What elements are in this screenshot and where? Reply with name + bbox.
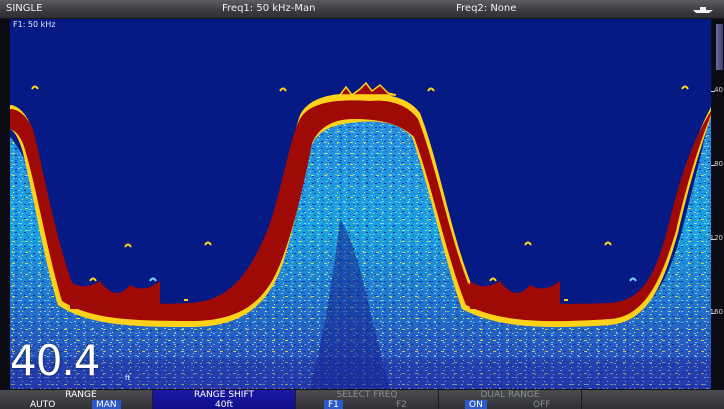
scale-label: 120 — [709, 234, 723, 242]
left-border — [0, 19, 10, 389]
scale-label: 40 — [714, 86, 723, 94]
select-freq-softkey[interactable]: SELECT FREQ F1 F2 — [296, 390, 439, 409]
dual-range-on-option: ON — [465, 400, 487, 409]
range-shift-title: RANGE SHIFT — [194, 390, 254, 400]
range-man-option: MAN — [92, 400, 121, 409]
depth-scale: 40 80 120 160 — [709, 19, 724, 389]
softkey-bar: RANGE AUTO MAN RANGE SHIFT 40ft SELECT F… — [0, 389, 724, 409]
select-freq-title: SELECT FREQ — [336, 390, 398, 400]
sonar-image — [10, 81, 711, 389]
fishfinder-screen: SINGLE Freq1: 50 kHz-Man Freq2: None F1:… — [0, 0, 724, 409]
display-mode: SINGLE — [6, 3, 43, 14]
range-shift-softkey[interactable]: RANGE SHIFT 40ft — [153, 390, 296, 409]
freq2-status: Freq2: None — [456, 3, 517, 14]
range-softkey[interactable]: RANGE AUTO MAN — [10, 390, 153, 409]
range-auto-option: AUTO — [30, 400, 56, 409]
freq1-status: Freq1: 50 kHz-Man — [222, 3, 316, 14]
range-shift-value: 40ft — [215, 400, 233, 409]
sonar-history-view[interactable]: F1: 50 kHz 40.4 ft — [10, 19, 711, 389]
dual-range-off-option: OFF — [533, 400, 551, 409]
select-freq-f2-option: F2 — [396, 400, 407, 409]
status-bar: SINGLE Freq1: 50 kHz-Man Freq2: None — [0, 0, 724, 19]
dual-range-title: DUAL RANGE — [480, 390, 540, 400]
channel-label: F1: 50 kHz — [13, 20, 56, 29]
boat-icon — [693, 7, 713, 13]
select-freq-f1-option: F1 — [324, 400, 343, 409]
scale-label: 80 — [714, 160, 723, 168]
dual-range-softkey[interactable]: DUAL RANGE ON OFF — [439, 390, 582, 409]
scale-label: 160 — [709, 308, 723, 316]
empty-softkey[interactable] — [582, 390, 724, 409]
depth-readout: 40.4 — [10, 336, 101, 385]
range-title: RANGE — [65, 390, 97, 400]
scroll-thumb[interactable] — [716, 24, 723, 70]
depth-unit: ft — [125, 374, 131, 382]
